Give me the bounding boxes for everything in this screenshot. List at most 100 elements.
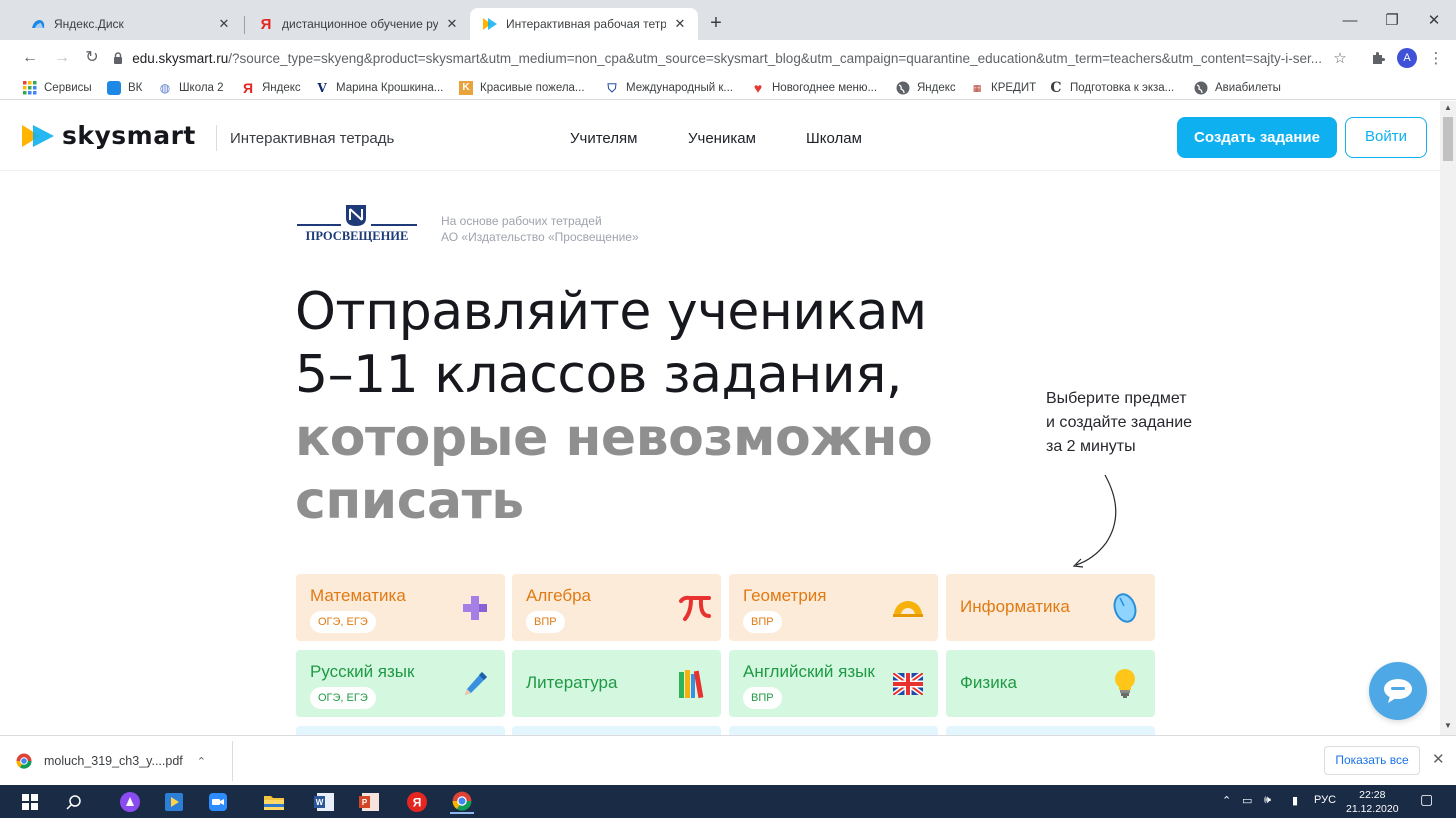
- download-separator: [232, 741, 233, 781]
- lock-icon[interactable]: [112, 52, 124, 64]
- logo-subtitle: Интерактивная тетрадь: [230, 130, 395, 147]
- subject-name: Алгебра: [526, 586, 591, 605]
- close-download-bar-icon[interactable]: ✕: [1432, 750, 1445, 768]
- tab-yandex-disk[interactable]: Яндекс.Диск ✕: [18, 8, 242, 40]
- nav-schools[interactable]: Школам: [806, 130, 862, 147]
- profile-avatar[interactable]: A: [1395, 46, 1419, 70]
- subject-card-partial[interactable]: [729, 726, 938, 735]
- yandex-icon: Я: [260, 15, 272, 33]
- bookmark-new-year-menu[interactable]: ♥ Новогоднее меню...: [750, 79, 877, 97]
- bookmark-star-icon[interactable]: ☆: [1328, 46, 1352, 70]
- reload-button[interactable]: ↻: [80, 46, 104, 70]
- site-header: skysmart Интерактивная тетрадь Учителям …: [0, 101, 1440, 171]
- bookmark-exam-prep[interactable]: Ϲ Подготовка к экза...: [1048, 79, 1174, 97]
- chevron-up-icon[interactable]: ⌃: [197, 755, 206, 768]
- subject-card-informatics[interactable]: Информатика: [946, 574, 1155, 641]
- subject-tag: ВПР: [743, 611, 782, 633]
- tab-title: дистанционное обучение русск: [282, 17, 438, 31]
- scrollbar-thumb[interactable]: [1443, 117, 1453, 161]
- windows-start-icon[interactable]: [18, 790, 42, 814]
- chrome-icon: [16, 753, 32, 769]
- bookmark-flights[interactable]: Авиабилеты: [1193, 79, 1281, 97]
- page-scrollbar[interactable]: ▲ ▼: [1440, 101, 1456, 735]
- apps-grid-icon: [22, 80, 38, 96]
- download-bar: moluch_319_ch3_y....pdf ⌃ Показать все ✕: [0, 735, 1456, 785]
- bookmark-international[interactable]: ⛉ Международный к...: [604, 79, 733, 97]
- subject-card-physics[interactable]: Физика: [946, 650, 1155, 717]
- maximize-button[interactable]: ❐: [1378, 8, 1406, 34]
- menu-kebab-icon[interactable]: ⋮: [1424, 46, 1448, 70]
- extensions-puzzle-icon[interactable]: [1366, 46, 1390, 70]
- scroll-down-icon[interactable]: ▼: [1444, 721, 1452, 730]
- yandex-browser-icon[interactable]: Я: [405, 790, 429, 814]
- url-path: /?source_type=skyeng&product=skysmart&ut…: [228, 50, 1322, 66]
- subject-card-literature[interactable]: Литература: [512, 650, 721, 717]
- download-item[interactable]: moluch_319_ch3_y....pdf ⌃: [16, 750, 206, 772]
- address-bar[interactable]: edu.skysmart.ru/?source_type=skyeng&prod…: [112, 44, 1322, 72]
- bookmark-marina[interactable]: V Марина Крошкина...: [314, 79, 443, 97]
- search-icon[interactable]: [62, 790, 86, 814]
- nav-students[interactable]: Ученикам: [688, 130, 756, 147]
- notifications-icon[interactable]: ▢: [1420, 791, 1433, 808]
- skysmart-logo[interactable]: skysmart: [22, 121, 196, 150]
- yandex-disk-icon: [30, 16, 46, 32]
- close-window-button[interactable]: ✕: [1420, 8, 1448, 34]
- subject-card-algebra[interactable]: Алгебра ВПР: [512, 574, 721, 641]
- tab-interactive-workbook[interactable]: Интерактивная рабочая тетрадь ✕: [470, 8, 698, 40]
- subject-card-russian[interactable]: Русский язык ОГЭ, ЕГЭ: [296, 650, 505, 717]
- scroll-up-icon[interactable]: ▲: [1444, 103, 1452, 112]
- logo-divider: [216, 125, 217, 151]
- volume-icon[interactable]: 🕪: [1264, 794, 1271, 807]
- close-tab-icon[interactable]: ✕: [672, 16, 688, 32]
- svg-text:W: W: [316, 798, 324, 807]
- bookmark-yandex[interactable]: Я Яндекс: [240, 79, 301, 97]
- chat-support-button[interactable]: [1369, 662, 1427, 720]
- close-tab-icon[interactable]: ✕: [444, 16, 460, 32]
- bookmark-vk[interactable]: ВК: [106, 79, 142, 97]
- nav-teachers[interactable]: Учителям: [570, 130, 637, 147]
- bookmark-label: Сервисы: [44, 82, 92, 94]
- zoom-icon[interactable]: [206, 790, 230, 814]
- subject-name: Физика: [960, 673, 1017, 692]
- bookmark-credit[interactable]: ▦ КРЕДИТ: [969, 79, 1036, 97]
- bookmark-services[interactable]: Сервисы: [22, 79, 92, 97]
- network-icon[interactable]: ▭: [1242, 794, 1252, 807]
- media-player-icon[interactable]: [162, 790, 186, 814]
- bookmark-yandex-2[interactable]: Яндекс: [895, 79, 956, 97]
- back-button[interactable]: ←: [18, 46, 42, 70]
- microphone-icon[interactable]: ▮: [1292, 794, 1298, 807]
- subject-card-english[interactable]: Английский язык ВПР: [729, 650, 938, 717]
- forward-button[interactable]: →: [50, 46, 74, 70]
- plus-icon: [457, 590, 493, 626]
- subject-card-partial[interactable]: [512, 726, 721, 735]
- input-language[interactable]: РУС: [1314, 794, 1336, 806]
- system-clock[interactable]: 22:28 21.12.2020: [1346, 788, 1399, 816]
- bookmark-label: Школа 2: [179, 82, 224, 94]
- tray-chevron-up-icon[interactable]: ⌃: [1222, 794, 1231, 807]
- new-tab-button[interactable]: +: [705, 12, 727, 34]
- alice-icon[interactable]: [118, 790, 142, 814]
- shield-icon: ⛉: [607, 80, 617, 95]
- minimize-button[interactable]: —: [1336, 8, 1364, 34]
- word-icon[interactable]: W: [312, 790, 336, 814]
- subject-card-partial[interactable]: [296, 726, 505, 735]
- powerpoint-icon[interactable]: P: [357, 790, 381, 814]
- clock-time: 22:28: [1359, 789, 1386, 801]
- create-task-button[interactable]: Создать задание: [1177, 117, 1337, 158]
- subject-card-geometry[interactable]: Геометрия ВПР: [729, 574, 938, 641]
- close-tab-icon[interactable]: ✕: [216, 16, 232, 32]
- bookmark-wishes[interactable]: K Красивые пожела...: [458, 79, 585, 97]
- bookmark-label: Марина Крошкина...: [336, 82, 444, 94]
- k-icon: K: [458, 80, 474, 96]
- subject-card-partial[interactable]: [946, 726, 1155, 735]
- uk-flag-icon: [890, 666, 926, 702]
- tab-distance-learning[interactable]: Я дистанционное обучение русск ✕: [246, 8, 470, 40]
- show-all-downloads-button[interactable]: Показать все: [1324, 746, 1420, 775]
- chrome-taskbar-icon[interactable]: [450, 790, 474, 814]
- login-button[interactable]: Войти: [1345, 117, 1427, 158]
- bookmark-label: ВК: [128, 82, 143, 94]
- bookmark-school-2[interactable]: ◍ Школа 2: [157, 79, 224, 97]
- tab-title: Интерактивная рабочая тетрадь: [506, 17, 666, 31]
- subject-card-math[interactable]: Математика ОГЭ, ЕГЭ: [296, 574, 505, 641]
- file-explorer-icon[interactable]: [262, 790, 286, 814]
